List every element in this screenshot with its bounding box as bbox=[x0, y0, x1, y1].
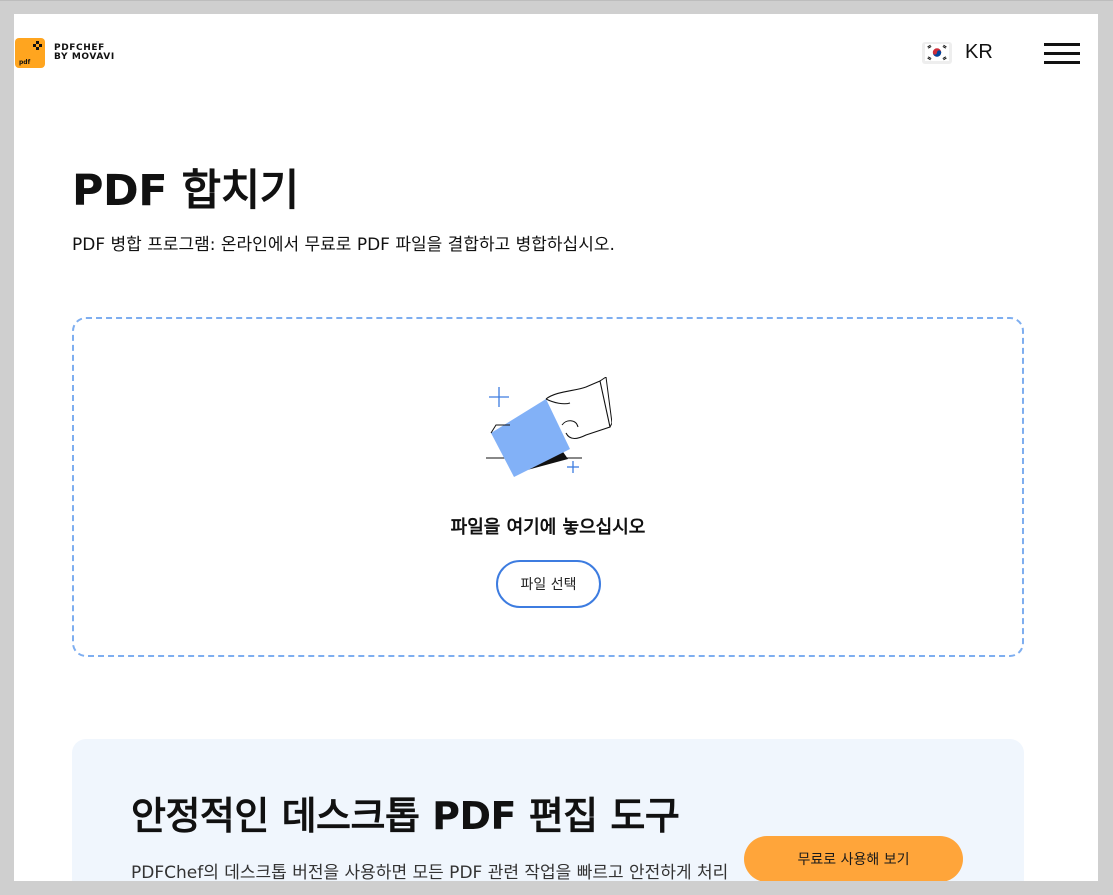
page-subtitle: PDF 병합 프로그램: 온라인에서 무료로 PDF 파일을 결합하고 병합하십… bbox=[72, 235, 615, 255]
browser-bottom-edge bbox=[0, 881, 1113, 895]
logo-mark-icon: pdf bbox=[15, 38, 45, 68]
browser-top-edge bbox=[0, 0, 1113, 14]
pdfchef-logo[interactable]: pdf PDFCHEF BY MOVAVI bbox=[15, 38, 115, 68]
logo-line-2: BY MOVAVI bbox=[54, 52, 115, 62]
logo-text: PDFCHEF BY MOVAVI bbox=[54, 44, 115, 62]
choose-file-button[interactable]: 파일 선택 bbox=[496, 560, 601, 608]
promo-title: 안정적인 데스크톱 PDF 편집 도구 bbox=[131, 794, 680, 838]
page: pdf PDFCHEF BY MOVAVI KR PDF 합치기 PDF 병합 … bbox=[14, 14, 1098, 881]
south-korea-flag-icon bbox=[922, 41, 952, 64]
language-code: KR bbox=[965, 41, 993, 63]
logo-badge: pdf bbox=[19, 59, 31, 66]
page-title: PDF 합치기 bbox=[72, 166, 299, 216]
hamburger-menu-icon[interactable] bbox=[1044, 43, 1080, 65]
logo-dots-icon bbox=[33, 41, 42, 50]
language-selector[interactable]: KR bbox=[922, 41, 993, 64]
desktop-promo-banner: 안정적인 데스크톱 PDF 편집 도구 PDFChef의 데스크톱 버전을 사용… bbox=[72, 739, 1024, 881]
dropzone-prompt: 파일을 여기에 놓으십시오 bbox=[450, 517, 646, 538]
hand-dropping-file-icon bbox=[486, 377, 612, 477]
file-dropzone[interactable]: 파일을 여기에 놓으십시오 파일 선택 bbox=[72, 317, 1024, 657]
promo-text: PDFChef의 데스크톱 버전을 사용하면 모든 PDF 관련 작업을 빠르고… bbox=[131, 863, 729, 881]
try-free-button[interactable]: 무료로 사용해 보기 bbox=[744, 836, 963, 881]
